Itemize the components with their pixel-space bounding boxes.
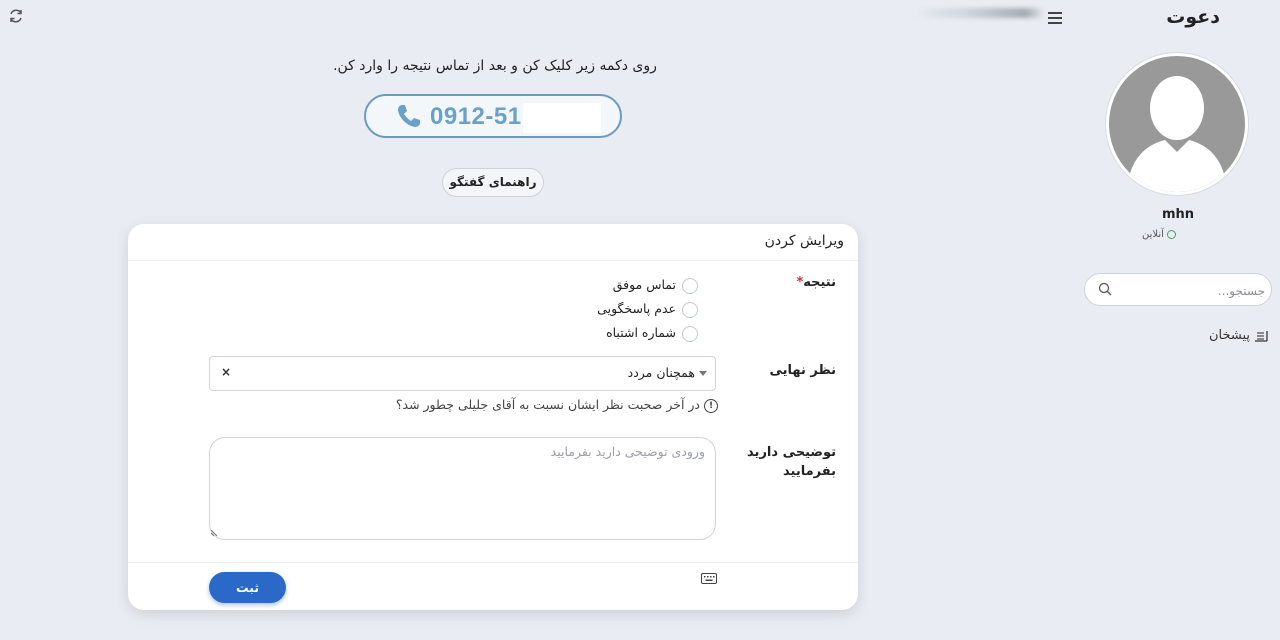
- help-text: ! در آخر صحبت نظر ایشان نسبت به آقای جلیل…: [396, 397, 718, 413]
- description-textarea[interactable]: [209, 437, 716, 540]
- card-title: ویرایش کردن: [764, 233, 844, 249]
- radio-wrong-number[interactable]: شماره اشتباه: [606, 324, 698, 342]
- refresh-icon[interactable]: [8, 8, 24, 24]
- radio-label: تماس موفق: [612, 277, 676, 292]
- info-icon: !: [704, 398, 718, 413]
- submit-button[interactable]: ثبت: [209, 572, 286, 603]
- search-box[interactable]: [1084, 273, 1272, 306]
- user-silhouette-icon: [1127, 76, 1227, 192]
- status-label: آنلاین: [1142, 229, 1164, 240]
- conversation-guide-button[interactable]: راهنمای گفتگو: [442, 168, 544, 197]
- clear-selection-icon[interactable]: ×: [221, 365, 231, 379]
- resize-handle-icon[interactable]: [210, 529, 218, 537]
- result-label: نتیجه*: [793, 275, 836, 290]
- description-label: توضیحی دارید بفرمایید: [747, 445, 836, 479]
- radio-circle[interactable]: [682, 325, 698, 342]
- radio-no-answer[interactable]: عدم پاسخگویی: [597, 300, 698, 318]
- online-status: آنلاین: [1120, 229, 1198, 240]
- blurred-header-content: [915, 8, 1045, 18]
- brand-title: دعوت: [1166, 6, 1220, 28]
- hamburger-menu-icon[interactable]: [1048, 12, 1062, 26]
- sidebar-item-label: پیشخان: [1208, 328, 1250, 343]
- avatar: [1106, 53, 1248, 195]
- edit-form-card: ویرایش کردن نتیجه* تماس موفق عدم پاسخگوی…: [128, 224, 858, 610]
- call-instruction: روی دکمه زیر کلیک کن و بعد از تماس نتیجه…: [333, 58, 657, 74]
- keyboard-icon[interactable]: [701, 573, 717, 584]
- chevron-down-icon[interactable]: [699, 371, 707, 376]
- radio-label: شماره اشتباه: [606, 325, 676, 340]
- help-text-content: در آخر صحبت نظر ایشان نسبت به آقای جلیلی…: [395, 397, 700, 412]
- radio-successful-call[interactable]: تماس موفق: [613, 276, 698, 294]
- final-opinion-value: همچنان مردد: [627, 365, 695, 380]
- final-opinion-label: نظر نهایی: [769, 363, 836, 378]
- radio-circle[interactable]: [682, 301, 698, 318]
- search-input[interactable]: [1119, 279, 1267, 302]
- divider: [128, 260, 858, 261]
- call-phone-button[interactable]: 0912-51: [364, 94, 622, 138]
- radio-label: عدم پاسخگویی: [597, 301, 676, 316]
- username: mhn: [1161, 207, 1195, 222]
- phone-number: 0912-51: [430, 103, 522, 130]
- dashboard-icon: [1255, 330, 1268, 342]
- result-label-text: نتیجه: [803, 275, 836, 290]
- online-dot-icon: [1166, 229, 1176, 239]
- final-opinion-select[interactable]: همچنان مردد ×: [209, 356, 716, 391]
- redacted-digits: [523, 103, 601, 133]
- search-icon[interactable]: [1098, 282, 1112, 296]
- sidebar-item-dashboard[interactable]: پیشخان: [1200, 328, 1268, 343]
- phone-icon: [398, 105, 420, 127]
- radio-circle[interactable]: [682, 277, 698, 294]
- divider: [128, 562, 858, 563]
